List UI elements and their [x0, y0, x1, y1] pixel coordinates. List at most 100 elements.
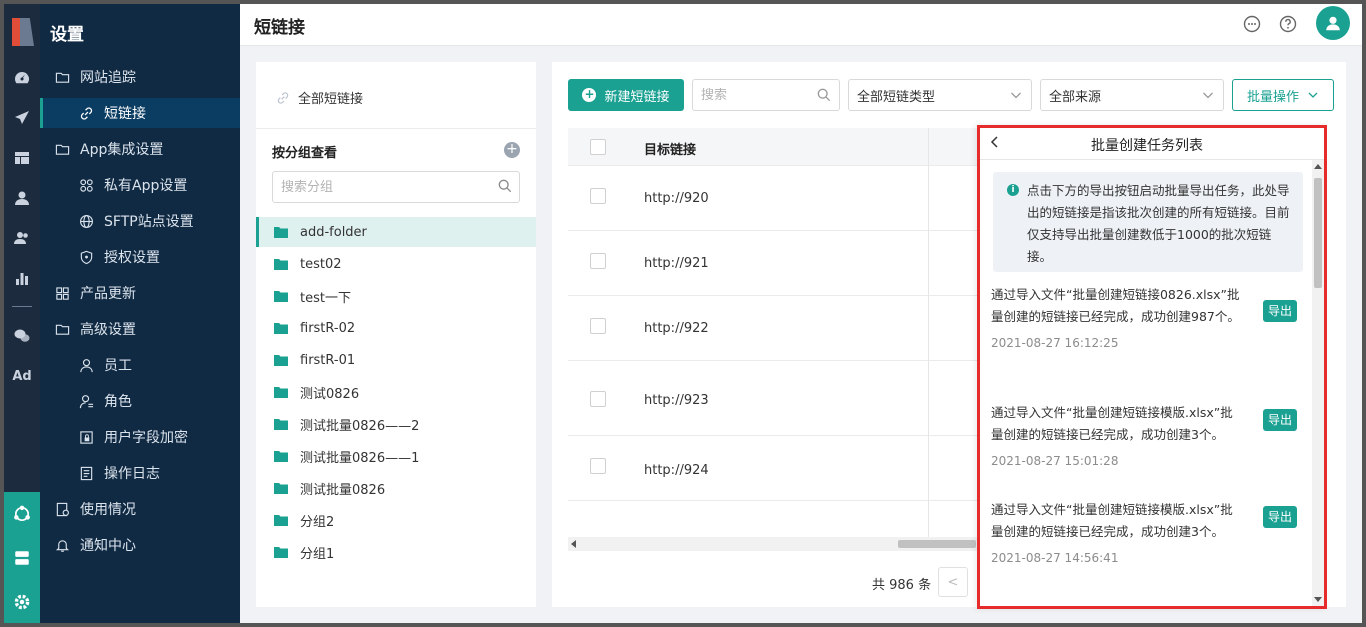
target-link-cell[interactable]: http://922 — [644, 321, 709, 336]
sidebar-item-authorization[interactable]: 授权设置 — [40, 242, 240, 272]
settings-gear-icon[interactable] — [4, 580, 40, 623]
target-link-cell[interactable]: http://921 — [644, 256, 709, 271]
sidebar-item-website-tracking[interactable]: 网站追踪 — [40, 62, 240, 92]
group-search-input[interactable] — [272, 171, 520, 203]
row-checkbox[interactable] — [590, 188, 606, 204]
source-select[interactable]: 全部来源 — [1040, 79, 1224, 111]
sidebar-item-short-links[interactable]: 短链接 — [40, 98, 240, 128]
top-bar: 短链接 — [240, 4, 1362, 46]
export-notice: i 点击下方的导出按钮启动批量导出任务，此处导出的短链接是指该批次创建的所有短链… — [993, 172, 1303, 272]
target-link-cell[interactable]: http://923 — [644, 393, 709, 408]
link-icon — [78, 105, 94, 121]
divider — [256, 128, 536, 129]
search-input[interactable] — [701, 87, 811, 103]
folder-item[interactable]: 测试0826 — [256, 377, 536, 407]
folder-item[interactable]: 测试批量0826——2 — [256, 409, 536, 439]
bar-chart-icon[interactable] — [4, 260, 40, 296]
row-checkbox[interactable] — [590, 458, 606, 474]
prev-page-button[interactable]: < — [938, 567, 968, 597]
horizontal-scrollbar[interactable] — [568, 537, 978, 551]
scrollbar-thumb[interactable] — [898, 540, 976, 548]
short-links-table: 目标链接 http://920 http://921 http://922 ht… — [568, 128, 988, 548]
row-checkbox[interactable] — [590, 253, 606, 269]
sidebar-item-staff[interactable]: 员工 — [40, 350, 240, 380]
search-icon[interactable] — [817, 88, 831, 102]
folder-item[interactable]: firstR-01 — [256, 345, 536, 375]
target-link-cell[interactable]: http://924 — [644, 463, 709, 478]
server-icon[interactable] — [4, 536, 40, 580]
users-icon[interactable] — [4, 220, 40, 256]
sidebar-item-roles[interactable]: 角色 — [40, 386, 240, 416]
task-item: 通过导入文件“批量创建短链接0826.xlsx”批量创建的短链接已经完成，成功创… — [991, 284, 1311, 350]
sidebar-item-app-integration[interactable]: App集成设置 — [40, 134, 240, 164]
folder-item[interactable]: test一下 — [256, 281, 536, 311]
search-field[interactable] — [692, 79, 840, 111]
grid-icon — [54, 285, 70, 301]
dashboard-icon[interactable] — [4, 60, 40, 96]
scroll-left-icon[interactable] — [571, 540, 576, 548]
task-description: 通过导入文件“批量创建短链接模版.xlsx”批量创建的短链接已经完成，成功创建3… — [991, 502, 1233, 539]
send-icon[interactable] — [4, 100, 40, 136]
globe-icon — [78, 213, 94, 229]
export-button[interactable]: 导出 — [1263, 409, 1297, 431]
select-all-checkbox[interactable] — [590, 139, 606, 155]
drawer-header: 批量创建任务列表 — [980, 128, 1324, 160]
help-icon[interactable] — [1278, 14, 1298, 34]
info-icon: i — [1007, 184, 1019, 196]
user-icon — [78, 357, 94, 373]
user-avatar[interactable] — [1316, 6, 1350, 40]
sidebar-item-operation-log[interactable]: 操作日志 — [40, 458, 240, 488]
wechat-icon[interactable] — [4, 318, 40, 354]
drawer-scrollbar[interactable] — [1312, 160, 1324, 606]
message-icon[interactable] — [1242, 14, 1262, 34]
settings-sidebar: 设置 网站追踪 短链接 App集成设置 私有App设置 SFTP站点设置 授权设… — [40, 4, 240, 623]
sidebar-item-sftp[interactable]: SFTP站点设置 — [40, 206, 240, 236]
layout-icon[interactable] — [4, 140, 40, 176]
folder-item[interactable]: test02 — [256, 249, 536, 279]
scrollbar-thumb[interactable] — [1314, 178, 1322, 288]
rail-divider — [12, 306, 32, 307]
folder-item[interactable]: 测试批量0826 — [256, 473, 536, 503]
batch-operations-button[interactable]: 批量操作 — [1232, 79, 1334, 111]
folder-item[interactable]: 分组1 — [256, 537, 536, 567]
search-icon[interactable] — [498, 179, 512, 193]
sidebar-item-notifications[interactable]: 通知中心 — [40, 530, 240, 560]
row-checkbox[interactable] — [590, 318, 606, 334]
export-button[interactable]: 导出 — [1263, 506, 1297, 528]
usage-icon — [54, 501, 70, 517]
folder-item[interactable]: 分组2 — [256, 505, 536, 535]
scroll-down-icon[interactable] — [1314, 597, 1322, 602]
folder-icon — [274, 514, 288, 526]
row-checkbox[interactable] — [590, 391, 606, 407]
user-icon[interactable] — [4, 180, 40, 216]
apps-icon — [78, 177, 94, 193]
shield-icon — [78, 249, 94, 265]
link-type-select[interactable]: 全部短链类型 — [848, 79, 1032, 111]
add-group-button[interactable]: + — [504, 142, 520, 158]
sidebar-item-private-app[interactable]: 私有App设置 — [40, 170, 240, 200]
ad-icon[interactable]: Ad — [4, 358, 40, 394]
folder-item[interactable]: 测试批量0826——1 — [256, 441, 536, 471]
bell-icon — [54, 537, 70, 553]
folder-item[interactable]: firstR-02 — [256, 313, 536, 343]
scroll-up-icon[interactable] — [1314, 164, 1322, 169]
folder-icon — [274, 546, 288, 558]
chevron-down-icon — [1201, 88, 1215, 102]
sidebar-item-field-encryption[interactable]: 用户字段加密 — [40, 422, 240, 452]
task-timestamp: 2021-08-27 15:01:28 — [991, 454, 1119, 468]
folder-icon — [274, 482, 288, 494]
log-icon — [78, 465, 94, 481]
folder-icon — [274, 290, 288, 302]
link-icon — [276, 91, 290, 105]
task-description: 通过导入文件“批量创建短链接0826.xlsx”批量创建的短链接已经完成，成功创… — [991, 287, 1240, 324]
folder-icon — [274, 418, 288, 430]
sidebar-item-product-updates[interactable]: 产品更新 — [40, 278, 240, 308]
new-short-link-button[interactable]: + 新建短链接 — [568, 79, 684, 111]
hub-icon[interactable] — [4, 492, 40, 536]
sidebar-item-usage[interactable]: 使用情况 — [40, 494, 240, 524]
all-short-links-item[interactable]: 全部短链接 — [276, 88, 363, 107]
export-button[interactable]: 导出 — [1263, 300, 1297, 322]
folder-item[interactable]: add-folder — [256, 217, 536, 247]
target-link-cell[interactable]: http://920 — [644, 191, 709, 206]
sidebar-item-advanced-settings[interactable]: 高级设置 — [40, 314, 240, 344]
